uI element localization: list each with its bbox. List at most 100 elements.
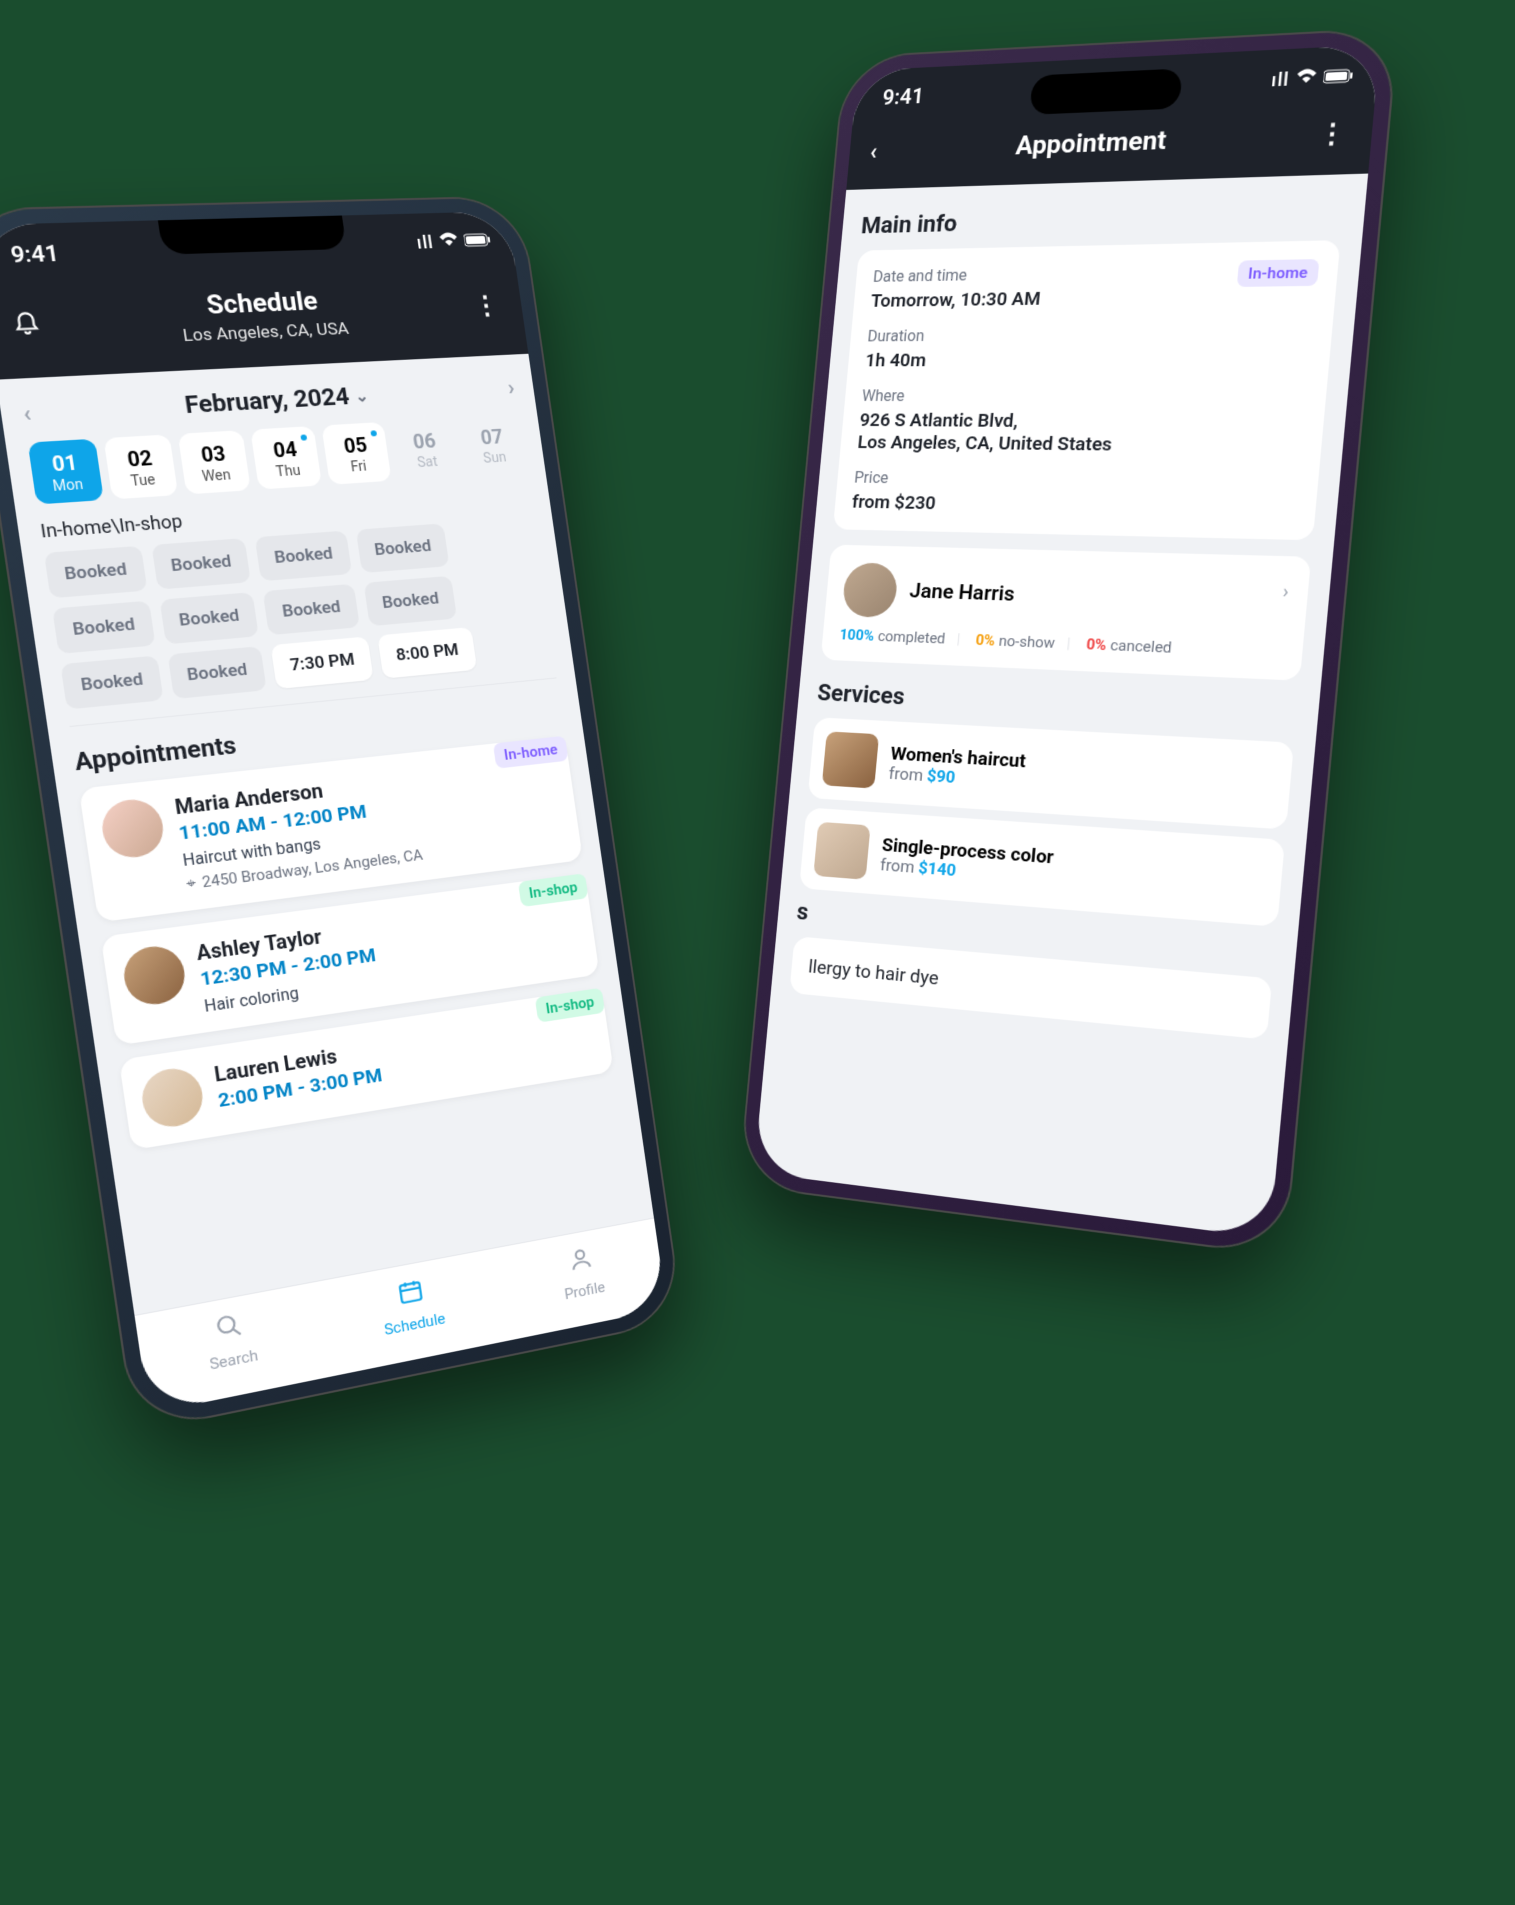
tab-label: Search <box>208 1346 259 1374</box>
stat-completed-label: completed <box>877 627 946 647</box>
tab-label: Profile <box>563 1278 606 1303</box>
time-slot[interactable]: 8:00 PM <box>377 627 477 679</box>
avatar <box>138 1065 206 1131</box>
where-label: Where <box>861 387 1307 407</box>
appointments-list: Maria Anderson11:00 AM - 12:00 PMHaircut… <box>79 736 614 1150</box>
client-card[interactable]: Jane Harris › 100%completed 0%no-show 0%… <box>821 545 1312 681</box>
tab-schedule[interactable]: Schedule <box>378 1273 447 1339</box>
more-icon[interactable]: ⋮ <box>1317 119 1350 151</box>
day-name: Wen <box>187 466 245 486</box>
day-name: Fri <box>331 457 387 476</box>
day-cell[interactable]: 01Mon <box>28 439 104 505</box>
signal-icon: ıll <box>1270 69 1290 91</box>
header-appointment: 9:41 ıll ‹ Appointment <box>846 44 1380 190</box>
month-selector[interactable]: February, 2024 ⌄ <box>183 381 370 419</box>
status-time: 9:41 <box>9 242 60 269</box>
time-slot: Booked <box>263 584 360 635</box>
chevron-right-icon: › <box>1282 581 1290 603</box>
client-name: Jane Harris <box>909 580 1016 607</box>
location-type-badge: In-shop <box>518 873 589 907</box>
tab-search[interactable]: Search <box>203 1309 259 1374</box>
time-slots: BookedBookedBookedBookedBookedBookedBook… <box>44 517 557 727</box>
status-icons: ıll <box>1270 66 1354 91</box>
phone-schedule: 9:41 ıll <box>0 197 682 1431</box>
datetime-value: Tomorrow, 10:30 AM <box>870 287 1042 312</box>
stat-canceled-value: 0% <box>1086 635 1108 654</box>
day-cell[interactable]: 02Tue <box>103 434 178 499</box>
dynamic-island <box>1029 68 1183 114</box>
day-name: Mon <box>37 476 98 496</box>
person-icon <box>566 1244 595 1280</box>
day-cell[interactable]: 05Fri <box>321 422 391 485</box>
next-month-icon[interactable]: › <box>506 375 516 399</box>
notifications-icon[interactable] <box>10 308 43 343</box>
day-cell[interactable]: 07Sun <box>459 414 527 475</box>
duration-value: 1h 40m <box>864 346 1311 371</box>
month-label: February, 2024 <box>183 382 351 419</box>
location-type-badge: In-home <box>1237 259 1320 287</box>
time-slot: Booked <box>255 531 352 582</box>
day-number: 01 <box>33 449 95 477</box>
location-type-badge: In-home <box>493 736 569 769</box>
time-slot: Booked <box>44 546 147 599</box>
search-icon <box>213 1311 245 1350</box>
location-type-badge: In-shop <box>535 988 606 1023</box>
time-slot[interactable]: 7:30 PM <box>271 636 374 689</box>
day-number: 02 <box>109 445 170 473</box>
price-value: from $230 <box>851 490 1297 521</box>
datetime-label: Date and time <box>872 264 1043 285</box>
day-cell[interactable]: 06Sat <box>391 418 460 480</box>
client-avatar <box>841 562 899 618</box>
calendar-icon <box>395 1276 426 1313</box>
wifi-icon <box>1295 68 1318 90</box>
price-label: Price <box>854 468 1300 493</box>
stat-completed-value: 100% <box>839 626 875 645</box>
avatar <box>99 797 167 861</box>
day-name: Sun <box>468 449 522 468</box>
time-slot: Booked <box>159 592 259 644</box>
tab-profile[interactable]: Profile <box>558 1243 606 1304</box>
duration-label: Duration <box>867 323 1314 345</box>
stat-noshow-value: 0% <box>975 631 996 649</box>
day-cell[interactable]: 03Wen <box>178 430 251 494</box>
signal-icon: ıll <box>415 233 435 254</box>
phone-appointment: 9:41 ıll ‹ Appointment <box>740 29 1397 1255</box>
notes-value: llergy to hair dye <box>808 955 1252 1019</box>
day-number: 07 <box>464 424 519 450</box>
back-icon[interactable]: ‹ <box>869 138 878 165</box>
day-cell[interactable]: 04Thu <box>250 426 322 490</box>
time-slot: Booked <box>363 576 457 627</box>
day-picker: 01Mon02Tue03Wen04Thu05Fri06Sat07Sun <box>28 414 527 504</box>
main-info-card: Date and time Tomorrow, 10:30 AM In-home… <box>833 240 1341 540</box>
day-number: 03 <box>183 440 243 468</box>
main-info-title: Main info <box>860 199 1344 239</box>
time-slot: Booked <box>355 523 449 573</box>
status-time: 9:41 <box>881 85 924 111</box>
page-title: Appointment <box>1014 126 1167 161</box>
avatar <box>120 943 188 1008</box>
services-list: Women's haircutfrom $90Single-process co… <box>799 717 1294 927</box>
more-icon[interactable]: ⋮ <box>472 291 503 321</box>
battery-icon <box>1322 66 1354 89</box>
pin-icon: ⌖ <box>185 873 197 894</box>
where-value-line1: 926 S Atlantic Blvd, <box>859 409 1306 434</box>
schedule-content[interactable]: ‹ February, 2024 ⌄ › 01Mon02Tue03Wen04Th… <box>0 354 654 1315</box>
time-slot: Booked <box>52 601 155 654</box>
stat-noshow-label: no-show <box>998 632 1056 652</box>
page-title: Schedule <box>177 286 347 322</box>
service-thumbnail <box>822 731 879 788</box>
prev-month-icon[interactable]: ‹ <box>21 400 32 426</box>
screen-schedule: 9:41 ıll <box>0 211 667 1413</box>
battery-icon <box>463 231 493 252</box>
wifi-icon <box>438 232 460 253</box>
day-name: Thu <box>260 462 317 481</box>
appointment-content[interactable]: Main info Date and time Tomorrow, 10:30 … <box>754 174 1368 1239</box>
time-slot: Booked <box>60 656 163 710</box>
stat-canceled-label: canceled <box>1109 636 1172 657</box>
chevron-down-icon: ⌄ <box>354 386 370 405</box>
day-name: Sat <box>400 453 455 472</box>
client-stats: 100%completed 0%no-show 0%canceled <box>839 626 1284 662</box>
notch <box>158 215 347 254</box>
status-icons: ıll <box>415 231 492 254</box>
where-value-line2: Los Angeles, CA, United States <box>857 431 1304 458</box>
